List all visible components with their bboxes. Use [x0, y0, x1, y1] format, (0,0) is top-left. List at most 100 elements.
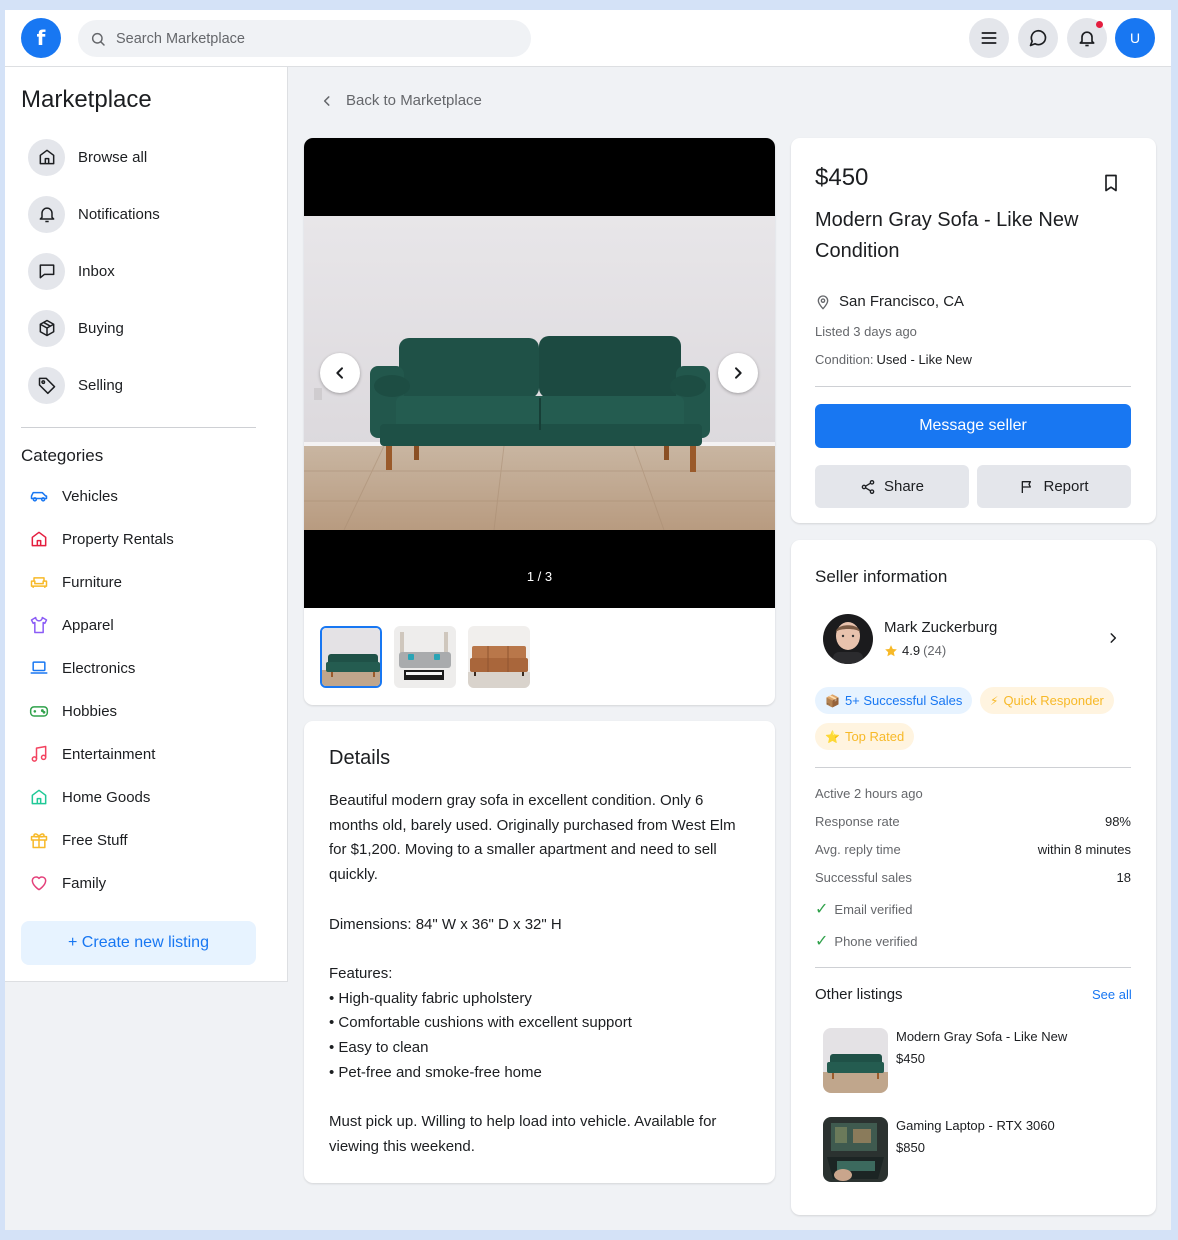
seller-name[interactable]: Mark Zuckerburg [884, 619, 997, 636]
nav-label: Buying [78, 319, 124, 337]
category-furniture[interactable]: Furniture [29, 570, 122, 594]
user-avatar[interactable]: U [1115, 18, 1155, 58]
nav-label: Inbox [78, 262, 115, 280]
back-link[interactable]: Back to Marketplace [320, 92, 482, 109]
check-icon: ✓ [815, 933, 829, 950]
main-photo [304, 216, 775, 530]
other-listing-title-2[interactable]: Gaming Laptop - RTX 3060 [896, 1118, 1055, 1133]
location-text: San Francisco, CA [839, 293, 965, 310]
laptop-icon [30, 661, 48, 674]
nav-label: Notifications [78, 205, 160, 223]
verified-label: Phone verified [834, 933, 918, 949]
thumbnail-2[interactable] [394, 626, 456, 688]
house-icon [31, 531, 47, 547]
location-pin-icon [817, 294, 829, 310]
badge-label: Top Rated [844, 729, 905, 744]
other-listing-image-1[interactable] [823, 1028, 888, 1093]
package-icon: 📦 [825, 693, 840, 708]
stat-value: within 8 minutes [1037, 842, 1131, 857]
sidebar: Marketplace Browse all Notifications Inb… [5, 67, 288, 982]
search-input[interactable] [116, 30, 496, 47]
messenger-button[interactable] [1018, 18, 1058, 58]
category-apparel[interactable]: Apparel [29, 613, 114, 637]
badge-label: Quick Responder [1003, 693, 1104, 708]
report-label: Report [1043, 478, 1089, 495]
sidebar-title: Marketplace [21, 86, 152, 113]
box-icon [39, 319, 54, 337]
listing-condition: Condition: Used - Like New [815, 352, 972, 367]
stat-successful-sales: Successful sales 18 [815, 870, 1131, 885]
condition-label: Condition: [815, 352, 874, 367]
phone-verified: ✓ Phone verified [815, 931, 918, 951]
thumbnail-3[interactable] [468, 626, 530, 688]
nav-selling[interactable]: Selling [28, 366, 123, 404]
category-label: Entertainment [62, 745, 156, 763]
share-button[interactable]: Share [815, 465, 969, 508]
nav-browse-all[interactable]: Browse all [28, 138, 147, 176]
bell-icon [1079, 31, 1095, 47]
notification-dot [1096, 21, 1103, 28]
message-icon [39, 264, 54, 279]
category-home-goods[interactable]: Home Goods [29, 785, 150, 809]
share-label: Share [883, 478, 925, 495]
stat-label: Avg. reply time [815, 842, 901, 857]
nav-buying[interactable]: Buying [28, 309, 124, 347]
create-listing-button[interactable]: + Create new listing [21, 921, 256, 965]
photo-counter: 1 / 3 [526, 569, 553, 584]
thumbnail-1[interactable] [320, 626, 382, 688]
seller-section-title: Seller information [815, 567, 948, 586]
star-icon [885, 644, 897, 656]
heart-icon [31, 876, 47, 891]
stat-value: 18 [1116, 870, 1131, 885]
category-family[interactable]: Family [29, 871, 106, 895]
category-label: Electronics [62, 659, 136, 677]
category-property-rentals[interactable]: Property Rentals [29, 527, 174, 551]
music-icon [31, 745, 47, 762]
other-listings-title: Other listings [815, 986, 903, 1003]
category-electronics[interactable]: Electronics [29, 656, 135, 680]
category-entertainment[interactable]: Entertainment [29, 742, 155, 766]
notifications-button[interactable] [1067, 18, 1107, 58]
back-label: Back to Marketplace [346, 92, 482, 109]
badge-label: 5+ Successful Sales [844, 693, 963, 708]
nav-inbox[interactable]: Inbox [28, 252, 115, 290]
category-free-stuff[interactable]: Free Stuff [29, 828, 128, 852]
category-label: Family [62, 874, 107, 892]
message-seller-button[interactable]: Message seller [815, 404, 1131, 448]
report-button[interactable]: Report [977, 465, 1131, 508]
previous-photo-button[interactable] [320, 353, 360, 393]
seller-info-card: Seller information Mark Zuckerburg 4.9 (2… [791, 540, 1156, 1215]
other-listing-image-2[interactable] [823, 1117, 888, 1182]
menu-button[interactable] [969, 18, 1009, 58]
top-bar: f U [5, 10, 1171, 67]
active-status: Active 2 hours ago [815, 786, 1131, 801]
lightning-icon: ⚡ [990, 693, 999, 708]
other-listing-title-1[interactable]: Modern Gray Sofa - Like New [896, 1029, 1067, 1044]
photo-viewer: 1 / 3 [304, 138, 775, 608]
car-icon [30, 491, 48, 502]
chevron-left-icon [336, 367, 343, 379]
tag-icon [38, 377, 55, 395]
category-label: Property Rentals [62, 530, 174, 548]
nav-notifications[interactable]: Notifications [28, 195, 160, 233]
listing-info-card: $450 Modern Gray Sofa - Like New Conditi… [791, 138, 1156, 523]
gamepad-icon [29, 706, 49, 717]
search-bar[interactable] [78, 20, 531, 57]
check-icon: ✓ [815, 901, 829, 918]
stat-label: Successful sales [815, 870, 912, 885]
home-icon [39, 149, 54, 165]
verified-label: Email verified [834, 901, 913, 917]
chevron-right-icon[interactable] [1106, 631, 1120, 645]
seller-avatar[interactable] [823, 614, 873, 664]
rating-value: 4.9 [902, 643, 921, 658]
category-hobbies[interactable]: Hobbies [29, 699, 117, 723]
category-label: Vehicles [62, 487, 118, 505]
listed-time: Listed 3 days ago [815, 324, 917, 339]
see-all-link[interactable]: See all [1092, 987, 1132, 1002]
next-photo-button[interactable] [718, 353, 758, 393]
bookmark-icon[interactable] [1101, 173, 1121, 193]
app-frame: f U Marketplace Browse all Notifications [5, 10, 1171, 1230]
category-vehicles[interactable]: Vehicles [29, 484, 118, 508]
divider [815, 967, 1131, 968]
facebook-logo[interactable]: f [21, 18, 61, 58]
